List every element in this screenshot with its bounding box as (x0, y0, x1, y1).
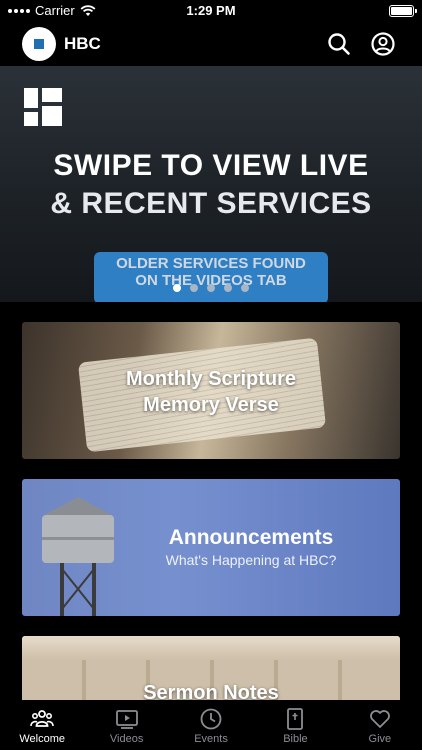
page-indicator[interactable] (0, 284, 422, 292)
page-dot[interactable] (173, 284, 181, 292)
bible-icon (287, 708, 304, 730)
memory-verse-title-line2: Memory Verse (143, 394, 279, 416)
tab-welcome-label: Welcome (19, 733, 66, 745)
tab-bible-label: Bible (283, 733, 308, 745)
battery-icon (389, 5, 417, 17)
heart-icon (369, 710, 390, 728)
search-icon[interactable] (326, 31, 352, 57)
cross-logo-icon (24, 88, 62, 126)
memory-verse-title: Monthly Scripture Memory Verse (22, 366, 400, 418)
clock-icon (200, 708, 222, 730)
clock-time: 1:29 PM (186, 3, 236, 18)
tab-events-label: Events (194, 733, 228, 745)
sermon-notes-card[interactable]: Sermon Notes (22, 636, 400, 700)
page-dot[interactable] (190, 284, 198, 292)
video-icon (115, 710, 138, 729)
people-icon (30, 710, 55, 727)
tab-bible[interactable]: Bible (253, 700, 337, 750)
tab-bar: Welcome Videos Events Bible Give (0, 700, 422, 750)
memory-verse-card[interactable]: Monthly Scripture Memory Verse (22, 322, 400, 459)
tab-videos-label: Videos (109, 733, 144, 745)
church-logo (22, 27, 56, 61)
hero-heading-line2: & RECENT SERVICES (50, 187, 372, 220)
announcements-card[interactable]: Announcements What's Happening at HBC? (22, 479, 400, 616)
older-services-banner: OLDER SERVICES FOUND ON THE VIDEOS TAB (94, 252, 328, 302)
hero-heading-line1: SWIPE TO VIEW LIVE (53, 149, 369, 182)
announcements-subtitle: What's Happening at HBC? (165, 552, 337, 568)
tab-welcome[interactable]: Welcome (0, 700, 84, 750)
tab-videos[interactable]: Videos (84, 700, 168, 750)
banner-line1: OLDER SERVICES FOUND (116, 255, 306, 272)
tab-give-label: Give (368, 733, 392, 745)
memory-verse-title-line1: Monthly Scripture (125, 368, 296, 390)
app-title: HBC (64, 34, 101, 53)
status-bar: Carrier 1:29 PM (0, 0, 422, 22)
tab-events[interactable]: Events (169, 700, 253, 750)
page-dot[interactable] (224, 284, 232, 292)
page-dot[interactable] (207, 284, 215, 292)
tab-give[interactable]: Give (338, 700, 422, 750)
sermon-notes-title: Sermon Notes (143, 682, 279, 700)
app-header: HBC (0, 22, 422, 66)
account-icon[interactable] (370, 31, 396, 57)
page-dot[interactable] (241, 284, 249, 292)
live-services-carousel[interactable]: SWIPE TO VIEW LIVE & RECENT SERVICES OLD… (0, 66, 422, 302)
announcements-title: Announcements (168, 526, 334, 549)
